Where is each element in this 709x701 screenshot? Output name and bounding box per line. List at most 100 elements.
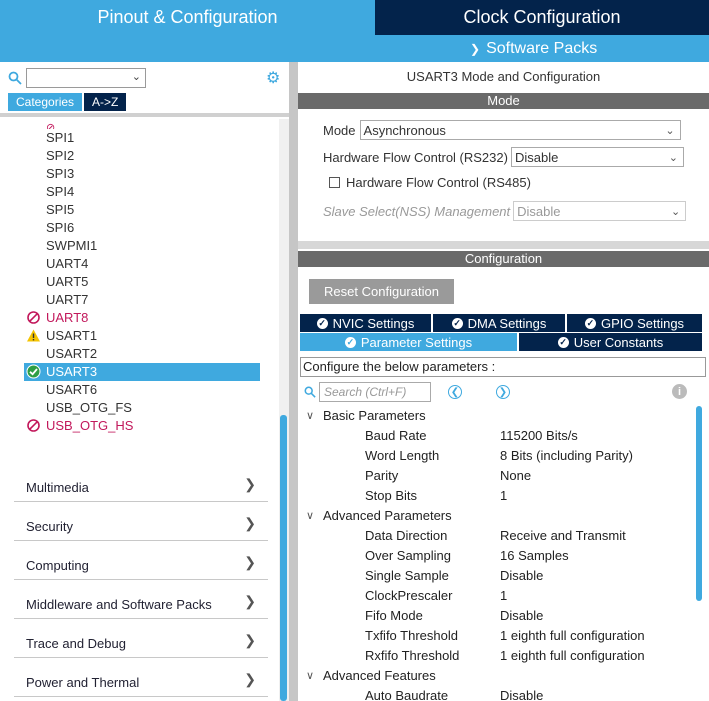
parameter-group[interactable]: ∨ Basic Parameters bbox=[298, 406, 698, 426]
previous-result-icon[interactable]: ❮ bbox=[448, 385, 462, 399]
parameter-search-input[interactable]: Search (Ctrl+F) bbox=[319, 382, 431, 402]
category-label: Power and Thermal bbox=[26, 675, 140, 690]
mode-select[interactable]: Asynchronous ⌄ bbox=[359, 120, 681, 140]
tab-a-z[interactable]: A->Z bbox=[84, 93, 127, 111]
parameter-row[interactable]: Baud Rate 115200 Bits/s bbox=[298, 426, 698, 446]
peripheral-item[interactable]: USB_OTG_FS bbox=[24, 399, 260, 417]
peripheral-item[interactable]: SWPMI1 bbox=[24, 237, 260, 255]
parameter-row[interactable]: Data Direction Receive and Transmit bbox=[298, 526, 698, 546]
chevron-down-icon[interactable]: ∨ bbox=[306, 506, 314, 526]
parameter-value[interactable]: None bbox=[500, 466, 531, 486]
parameter-value[interactable]: 1 eighth full configuration bbox=[500, 626, 645, 646]
reset-configuration-button[interactable]: Reset Configuration bbox=[309, 279, 454, 304]
next-result-icon[interactable]: ❯ bbox=[496, 385, 510, 399]
parameter-row[interactable]: Fifo Mode Disable bbox=[298, 606, 698, 626]
section-divider bbox=[298, 241, 709, 249]
chevron-down-icon: ⌄ bbox=[668, 152, 678, 164]
tab-clock-configuration[interactable]: Clock Configuration bbox=[375, 0, 709, 35]
parameter-value[interactable]: Disable bbox=[500, 686, 543, 701]
peripheral-item[interactable]: USART6 bbox=[24, 381, 260, 399]
category-label: Security bbox=[26, 519, 73, 534]
peripheral-item[interactable]: UART8 bbox=[24, 309, 260, 327]
parameter-row[interactable]: Over Sampling 16 Samples bbox=[298, 546, 698, 566]
parameter-row[interactable]: ClockPrescaler 1 bbox=[298, 586, 698, 606]
parameter-row[interactable]: Txfifo Threshold 1 eighth full configurat… bbox=[298, 626, 698, 646]
category-item[interactable]: Multimedia ❯ bbox=[14, 463, 268, 502]
peripheral-item[interactable]: USART3 bbox=[24, 363, 260, 381]
tab-dma-settings[interactable]: ✓ DMA Settings bbox=[433, 314, 565, 332]
hfc-rs232-row: Hardware Flow Control (RS232) Disable ⌄ bbox=[323, 147, 684, 167]
category-item[interactable]: Computing ❯ bbox=[14, 541, 268, 580]
chevron-down-icon[interactable]: ∨ bbox=[306, 406, 314, 426]
parameter-row[interactable]: Word Length 8 Bits (including Parity) bbox=[298, 446, 698, 466]
peripheral-item[interactable]: USART2 bbox=[24, 345, 260, 363]
parameter-row[interactable]: Rxfifo Threshold 1 eighth full configurat… bbox=[298, 646, 698, 666]
panel-title: USART3 Mode and Configuration bbox=[406, 69, 601, 84]
parameter-value[interactable]: 16 Samples bbox=[500, 546, 569, 566]
parameter-value[interactable]: 115200 Bits/s bbox=[500, 426, 578, 446]
scrollbar-thumb[interactable] bbox=[280, 415, 287, 701]
peripheral-item[interactable]: USART1 bbox=[24, 327, 260, 345]
tab-parameter-settings[interactable]: ✓ Parameter Settings bbox=[300, 333, 517, 351]
parameter-value[interactable]: 1 eighth full configuration bbox=[500, 646, 645, 666]
parameter-value[interactable]: 8 Bits (including Parity) bbox=[500, 446, 633, 466]
chevron-down-icon[interactable]: ⌄ bbox=[132, 70, 141, 83]
peripheral-label: UART8 bbox=[46, 310, 89, 325]
parameter-scrollbar[interactable] bbox=[696, 406, 704, 701]
parameter-group[interactable]: ∨ Advanced Features bbox=[298, 666, 698, 686]
category-item[interactable]: Power and Thermal ❯ bbox=[14, 658, 268, 697]
peripheral-label: SPI5 bbox=[46, 202, 75, 217]
peripheral-item[interactable]: USB_OTG_HS bbox=[24, 417, 260, 435]
gear-icon[interactable]: ⚙ bbox=[266, 68, 280, 88]
parameter-value[interactable]: Receive and Transmit bbox=[500, 526, 626, 546]
peripheral-item[interactable]: SPI2 bbox=[24, 147, 260, 165]
parameter-value[interactable]: Disable bbox=[500, 566, 543, 586]
parameter-row[interactable]: Auto Baudrate Disable bbox=[298, 686, 698, 701]
parameter-row[interactable]: Parity None bbox=[298, 466, 698, 486]
chevron-right-icon: ❯ bbox=[244, 554, 256, 570]
info-icon[interactable]: i bbox=[672, 384, 687, 399]
peripheral-item[interactable]: UART5 bbox=[24, 273, 260, 291]
panel-splitter[interactable] bbox=[289, 62, 298, 701]
parameter-row[interactable]: Single Sample Disable bbox=[298, 566, 698, 586]
chevron-right-icon: ❯ bbox=[244, 476, 256, 492]
hfc-rs485-checkbox[interactable] bbox=[329, 177, 340, 188]
peripheral-item[interactable]: SPI5 bbox=[24, 201, 260, 219]
mode-label: Mode bbox=[323, 122, 356, 138]
parameter-value[interactable]: 1 bbox=[500, 586, 507, 606]
hfc-rs485-row: Hardware Flow Control (RS485) bbox=[329, 175, 531, 190]
parameter-row[interactable]: Stop Bits 1 bbox=[298, 486, 698, 506]
parameter-value[interactable]: Disable bbox=[500, 606, 543, 626]
tab-gpio-settings[interactable]: ✓ GPIO Settings bbox=[567, 314, 702, 332]
tab-categories[interactable]: Categories bbox=[8, 93, 83, 111]
category-item[interactable]: Middleware and Software Packs ❯ bbox=[14, 580, 268, 619]
parameter-value[interactable]: 1 bbox=[500, 486, 507, 506]
chevron-right-icon: ❯ bbox=[244, 632, 256, 648]
category-item[interactable]: Trace and Debug ❯ bbox=[14, 619, 268, 658]
parameter-group[interactable]: ∨ Advanced Parameters bbox=[298, 506, 698, 526]
partially-hidden-item: ⊘ ...... bbox=[46, 122, 77, 129]
peripheral-item[interactable]: UART4 bbox=[24, 255, 260, 273]
sidebar-tabs: Categories A->Z bbox=[8, 93, 127, 111]
peripheral-item[interactable]: SPI1 bbox=[24, 129, 260, 147]
peripheral-item[interactable]: UART7 bbox=[24, 291, 260, 309]
hfc-rs232-select[interactable]: Disable ⌄ bbox=[510, 147, 684, 167]
chevron-down-icon: ❯ bbox=[470, 42, 481, 56]
chevron-right-icon: ❯ bbox=[244, 515, 256, 531]
tab-label: GPIO Settings bbox=[600, 315, 685, 331]
parameter-name: Baud Rate bbox=[365, 428, 427, 443]
sidebar-scrollbar[interactable] bbox=[279, 119, 289, 701]
scrollbar-thumb[interactable] bbox=[696, 406, 702, 601]
peripheral-item[interactable]: SPI6 bbox=[24, 219, 260, 237]
search-input[interactable]: ⌄ bbox=[26, 68, 146, 88]
chevron-down-icon[interactable]: ∨ bbox=[306, 666, 314, 686]
peripheral-item[interactable]: SPI4 bbox=[24, 183, 260, 201]
tab-user-constants[interactable]: ✓ User Constants bbox=[519, 333, 702, 351]
tab-nvic-settings[interactable]: ✓ NVIC Settings bbox=[300, 314, 431, 332]
category-item[interactable]: Security ❯ bbox=[14, 502, 268, 541]
tab-pinout-configuration[interactable]: Pinout & Configuration bbox=[0, 0, 375, 35]
tab-label: Parameter Settings bbox=[360, 334, 473, 350]
software-packs-menu[interactable]: ❯ Software Packs bbox=[470, 38, 597, 60]
peripheral-item[interactable]: SPI3 bbox=[24, 165, 260, 183]
parameter-name: Fifo Mode bbox=[365, 608, 423, 623]
